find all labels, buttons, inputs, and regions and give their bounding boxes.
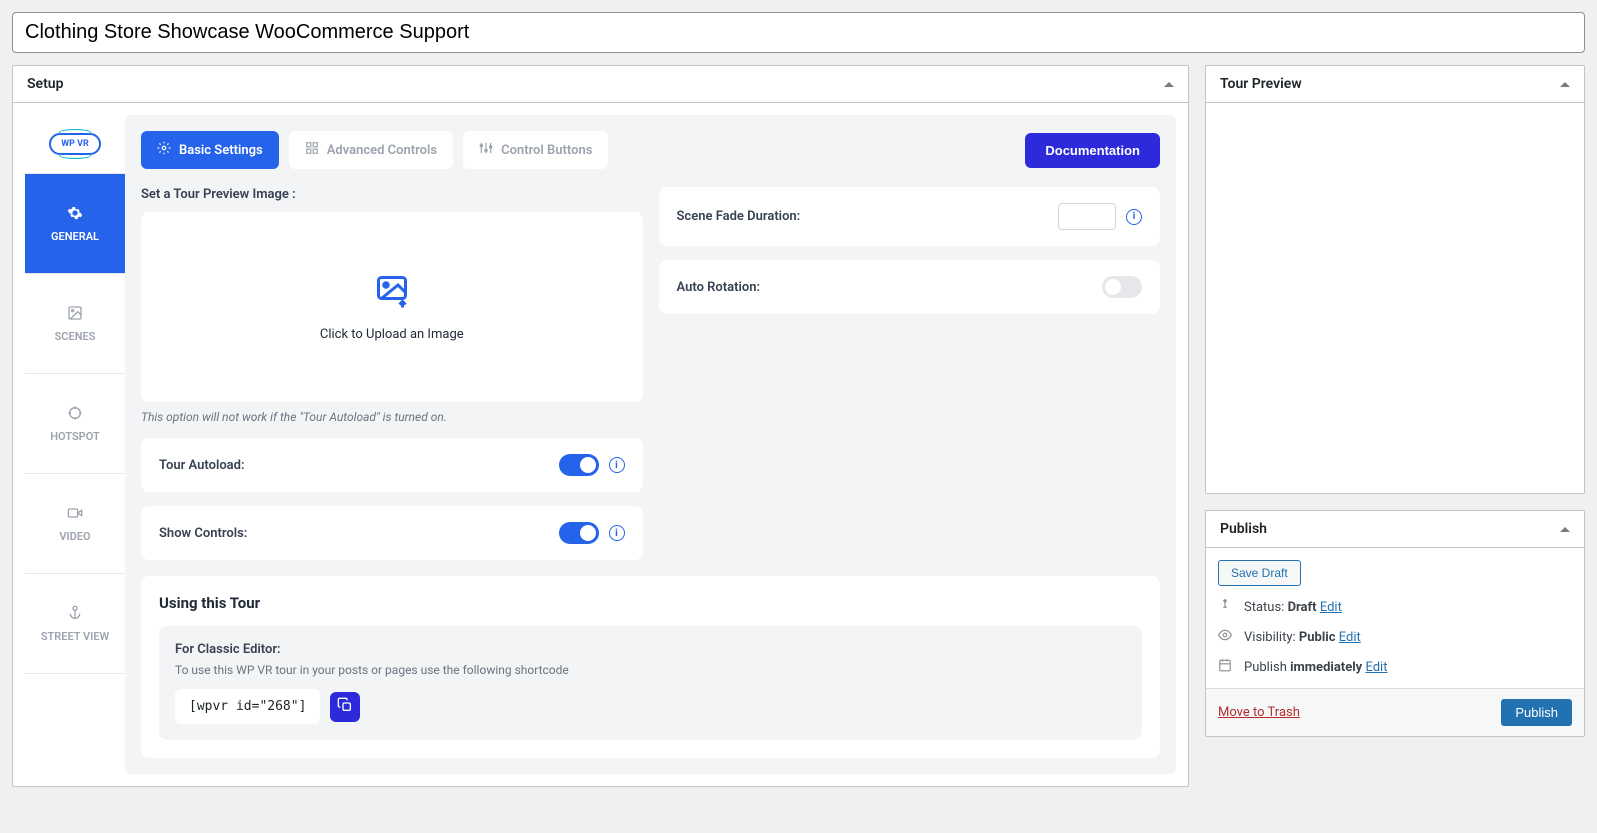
publish-header-label: Publish (1220, 521, 1267, 537)
schedule-label: Publish (1244, 660, 1287, 675)
copy-shortcode-button[interactable] (330, 692, 360, 722)
publish-panel: Publish Save Draft Status: Draft Edit (1205, 510, 1585, 737)
top-tab-control-label: Control Buttons (501, 143, 592, 158)
tab-video[interactable]: VIDEO (25, 474, 125, 574)
schedule-value: immediately (1290, 660, 1362, 675)
classic-editor-title: For Classic Editor: (175, 642, 1126, 657)
scene-fade-row: Scene Fade Duration: i (659, 187, 1161, 246)
scene-fade-label: Scene Fade Duration: (677, 209, 801, 224)
status-value: Draft (1288, 600, 1317, 615)
preview-image-label: Set a Tour Preview Image : (141, 187, 643, 202)
upload-image-box[interactable]: Click to Upload an Image (141, 212, 643, 402)
tab-hotspot[interactable]: HOTSPOT (25, 374, 125, 474)
setup-panel-header[interactable]: Setup (13, 66, 1188, 103)
publish-header[interactable]: Publish (1206, 511, 1584, 548)
pin-icon (1218, 598, 1234, 616)
show-controls-label: Show Controls: (159, 526, 247, 541)
top-tab-basic-settings[interactable]: Basic Settings (141, 131, 279, 169)
copy-icon (337, 697, 353, 717)
status-row: Status: Draft Edit (1218, 598, 1572, 616)
wpvr-logo-icon: WP VR (49, 133, 101, 155)
post-title-input[interactable] (12, 12, 1585, 53)
visibility-label: Visibility: (1244, 630, 1296, 645)
gear-icon (157, 141, 171, 159)
top-tab-advanced-controls[interactable]: Advanced Controls (289, 131, 453, 169)
setup-panel: Setup WP VR GENERAL (12, 65, 1189, 787)
documentation-button[interactable]: Documentation (1025, 133, 1160, 168)
tab-general[interactable]: GENERAL (25, 174, 125, 274)
classic-editor-hint: To use this WP VR tour in your posts or … (175, 663, 1126, 677)
tab-scenes-label: SCENES (55, 330, 96, 343)
schedule-row: Publish immediately Edit (1218, 658, 1572, 676)
using-tour-card: Using this Tour For Classic Editor: To u… (141, 576, 1160, 758)
visibility-row: Visibility: Public Edit (1218, 628, 1572, 646)
tour-preview-body (1206, 103, 1584, 493)
info-icon[interactable]: i (609, 457, 625, 473)
auto-rotation-label: Auto Rotation: (677, 280, 761, 295)
gear-icon (67, 205, 83, 224)
collapse-icon (1560, 527, 1570, 532)
tab-video-label: VIDEO (59, 530, 90, 543)
tour-autoload-row: Tour Autoload: i (141, 438, 643, 492)
tab-street-view[interactable]: STREET VIEW (25, 574, 125, 674)
edit-schedule-link[interactable]: Edit (1365, 660, 1387, 675)
visibility-value: Public (1299, 630, 1336, 645)
target-icon (67, 405, 83, 424)
anchor-icon (67, 605, 83, 624)
tour-preview-label: Tour Preview (1220, 76, 1302, 92)
tour-autoload-toggle[interactable] (559, 454, 599, 476)
tab-hotspot-label: HOTSPOT (50, 430, 100, 443)
tour-preview-header[interactable]: Tour Preview (1206, 66, 1584, 103)
top-tab-advanced-label: Advanced Controls (327, 143, 437, 158)
wpvr-logo-tab: WP VR (25, 115, 125, 174)
setup-header-label: Setup (27, 76, 63, 92)
preview-hint: This option will not work if the "Tour A… (141, 410, 643, 424)
upload-text: Click to Upload an Image (320, 327, 464, 342)
move-to-trash-link[interactable]: Move to Trash (1218, 705, 1300, 720)
show-controls-toggle[interactable] (559, 522, 599, 544)
using-tour-title: Using this Tour (159, 594, 1142, 612)
video-icon (67, 505, 83, 524)
publish-button[interactable]: Publish (1501, 699, 1572, 726)
shortcode-text: [wpvr id="268"] (175, 689, 320, 724)
edit-status-link[interactable]: Edit (1320, 600, 1342, 615)
save-draft-button[interactable]: Save Draft (1218, 560, 1301, 586)
collapse-icon (1164, 82, 1174, 87)
grid-icon (305, 141, 319, 159)
calendar-icon (1218, 658, 1234, 676)
edit-visibility-link[interactable]: Edit (1339, 630, 1361, 645)
show-controls-row: Show Controls: i (141, 506, 643, 560)
info-icon[interactable]: i (1126, 209, 1142, 225)
tab-street-view-label: STREET VIEW (41, 630, 109, 643)
tour-autoload-label: Tour Autoload: (159, 458, 245, 473)
upload-image-icon (374, 273, 410, 313)
image-icon (67, 305, 83, 324)
tour-preview-panel: Tour Preview (1205, 65, 1585, 494)
auto-rotation-row: Auto Rotation: (659, 260, 1161, 314)
tab-general-label: GENERAL (51, 230, 99, 243)
tab-scenes[interactable]: SCENES (25, 274, 125, 374)
collapse-icon (1560, 82, 1570, 87)
sliders-icon (479, 141, 493, 159)
side-tabs: WP VR GENERAL SCENES (25, 115, 125, 774)
eye-icon (1218, 628, 1234, 646)
top-tab-control-buttons[interactable]: Control Buttons (463, 131, 608, 169)
top-tab-basic-label: Basic Settings (179, 143, 263, 158)
status-label: Status: (1244, 600, 1284, 615)
scene-fade-input[interactable] (1058, 203, 1116, 230)
auto-rotation-toggle[interactable] (1102, 276, 1142, 298)
info-icon[interactable]: i (609, 525, 625, 541)
